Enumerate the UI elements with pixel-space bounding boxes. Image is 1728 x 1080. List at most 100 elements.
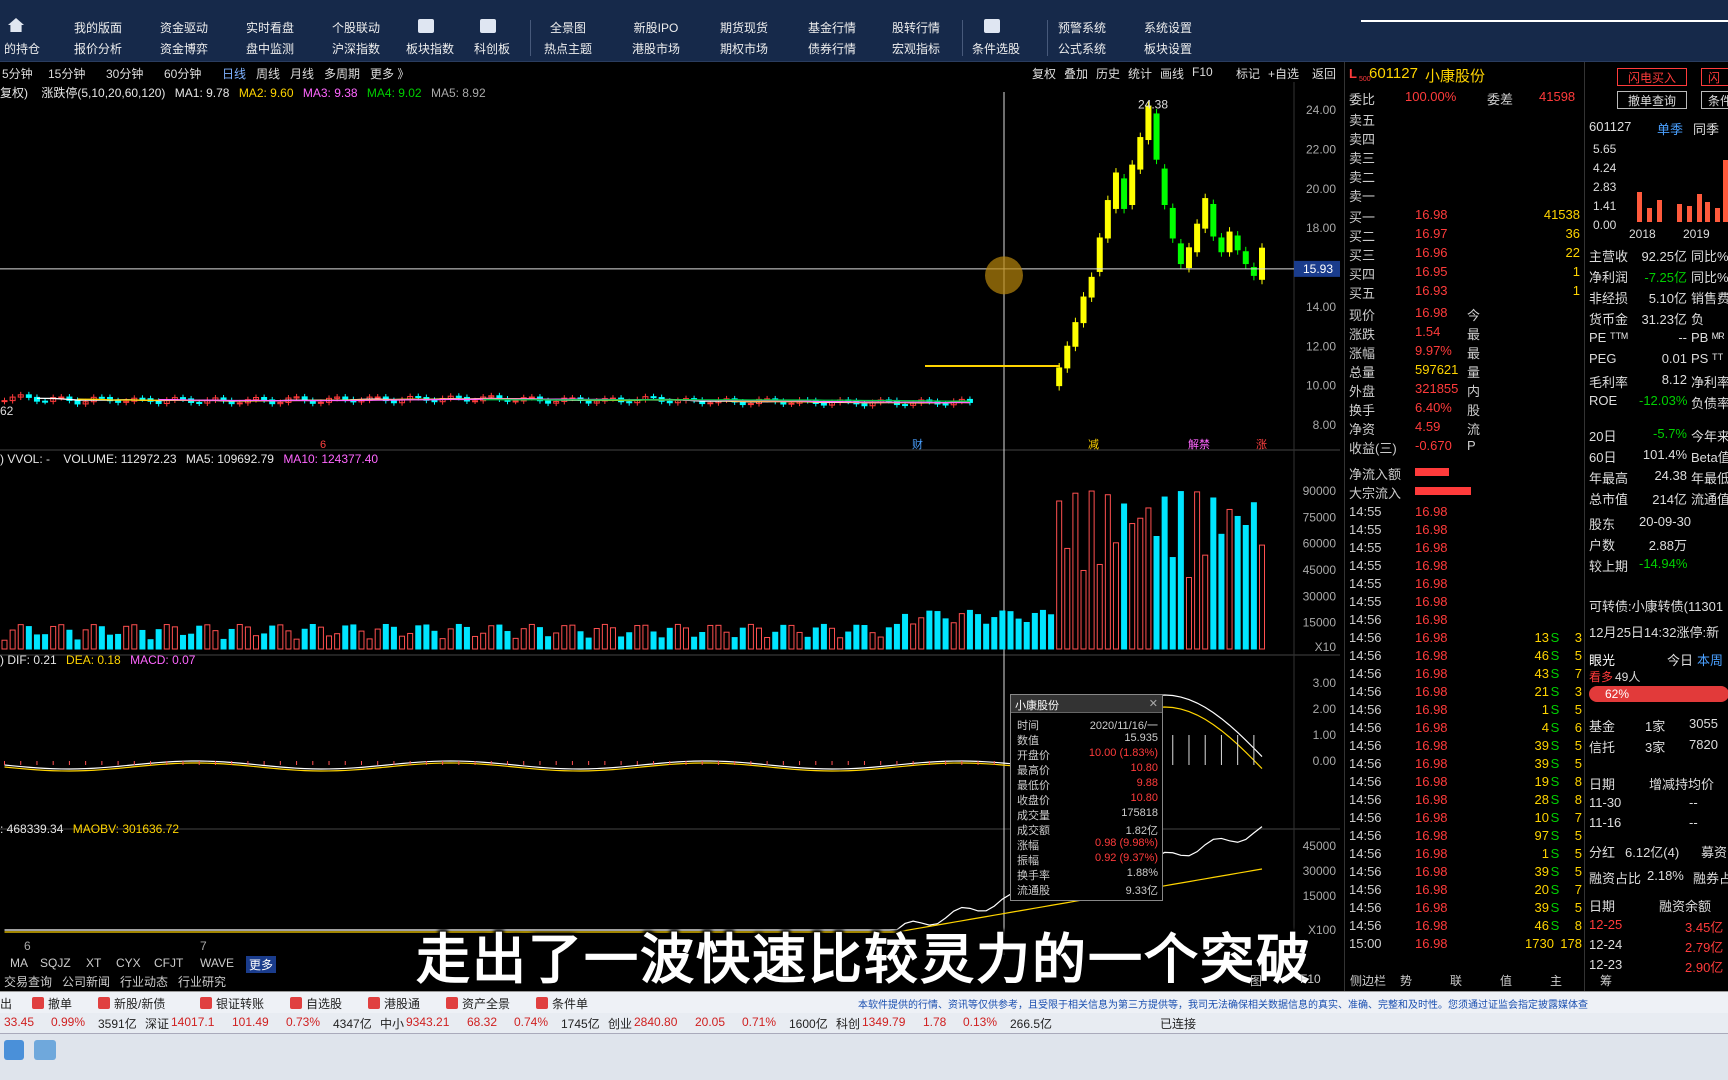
shortcut-0[interactable]: 撤单: [48, 995, 72, 1012]
period-tab-3[interactable]: 60分钟: [164, 65, 201, 82]
shortcut-5[interactable]: 资产全景: [462, 995, 510, 1012]
cancel-query-button[interactable]: 撤单查询: [1617, 91, 1687, 109]
toolbar-item-r2-10[interactable]: 债券行情: [794, 40, 870, 57]
shortcut-2[interactable]: 银证转账: [216, 995, 264, 1012]
shortcut-3[interactable]: 自选股: [306, 995, 342, 1012]
weibi-label: 委比: [1349, 89, 1375, 108]
shortcut-sell[interactable]: 出: [0, 995, 12, 1012]
f10-stat-value: -5.7%: [1639, 426, 1687, 441]
buy-level-price: 16.97: [1415, 226, 1448, 241]
toolbar-item-r1-6[interactable]: 全景图: [530, 19, 606, 36]
chart-tool-2[interactable]: 历史: [1096, 65, 1120, 82]
sell-level-2: 卖三: [1349, 148, 1375, 167]
toolbar-item-r2-0[interactable]: 的持仓: [0, 40, 60, 57]
tab-single-quarter[interactable]: 单季: [1657, 119, 1683, 138]
volume-bar: [464, 627, 469, 649]
toolbar-item-r2-3[interactable]: 盘中监测: [232, 40, 308, 57]
side-tab-6[interactable]: 主: [1550, 972, 1562, 989]
chart-tool-7[interactable]: +自选: [1268, 65, 1299, 82]
chart-tool-5[interactable]: F10: [1192, 65, 1213, 79]
toolbar-item-r1-9[interactable]: 基金行情: [794, 19, 870, 36]
toolbar-item-r1-1[interactable]: 资金驱动: [146, 19, 222, 36]
f10-stat-value: 92.25亿: [1639, 246, 1687, 265]
side-tab-4[interactable]: 联: [1450, 972, 1462, 989]
toolbar-item-r1-2[interactable]: 实时看盘: [232, 19, 308, 36]
toolbar-item-r1-0[interactable]: 我的版面: [60, 19, 136, 36]
tick-time: 14:55: [1349, 540, 1382, 555]
period-tab-1[interactable]: 15分钟: [48, 65, 85, 82]
ma4-value: MA4: 9.02: [367, 86, 422, 100]
shortcut-6[interactable]: 条件单: [552, 995, 588, 1012]
toolbar-item-r1-3[interactable]: 个股联动: [318, 19, 394, 36]
flash-buy-button[interactable]: 闪电买入: [1617, 68, 1687, 86]
period-tab-5[interactable]: 周线: [256, 65, 280, 82]
toolbar-item-r2-7[interactable]: 热点主题: [530, 40, 606, 57]
period-tab-6[interactable]: 月线: [290, 65, 314, 82]
toolbar-item-r2-9[interactable]: 期权市场: [706, 40, 782, 57]
tab-today[interactable]: 今日: [1667, 650, 1693, 669]
flash-button-right[interactable]: 闪: [1701, 68, 1728, 86]
chart-tool-6[interactable]: 标记: [1236, 65, 1260, 82]
chart-tool-3[interactable]: 统计: [1128, 65, 1152, 82]
period-tab-7[interactable]: 多周期: [324, 65, 360, 82]
volume-bar: [537, 628, 542, 649]
period-tab-8[interactable]: 更多 》: [370, 65, 409, 82]
toolbar-item-r2-11[interactable]: 宏观指标: [878, 40, 954, 57]
period-tab-2[interactable]: 30分钟: [106, 65, 143, 82]
peak-price-label: 24.38: [1138, 98, 1168, 112]
toolbar-item-r1-10[interactable]: 股转行情: [878, 19, 954, 36]
tab-same-quarter[interactable]: 同季: [1693, 119, 1719, 138]
chart-tool-0[interactable]: 复权: [1032, 65, 1056, 82]
tick-price: 16.98: [1415, 612, 1448, 627]
quote-label: 外盘: [1349, 381, 1375, 400]
windows-start-icon[interactable]: [4, 1040, 24, 1060]
tick-price: 16.98: [1415, 810, 1448, 825]
side-tab-0[interactable]: 图: [1250, 972, 1262, 989]
toolbar-item-r1-12[interactable]: 预警系统: [1044, 19, 1120, 36]
side-tab-1[interactable]: F10: [1300, 972, 1321, 986]
shortcut-1[interactable]: 新股/新债: [114, 995, 165, 1012]
app-taskbar-icon[interactable]: [34, 1040, 56, 1060]
eye-label: 眼光: [1589, 650, 1615, 669]
tick-price: 16.98: [1415, 864, 1448, 879]
side-tab-3[interactable]: 势: [1400, 972, 1412, 989]
chart-tool-4[interactable]: 画线: [1160, 65, 1184, 82]
period-tab-4[interactable]: 日线: [222, 65, 246, 82]
toolbar-icon-11[interactable]: [984, 19, 1000, 33]
earnings-bar: [1657, 200, 1662, 222]
toolbar-item-r2-14[interactable]: 板块设置: [1130, 40, 1206, 57]
side-tab-2[interactable]: 侧边栏: [1350, 972, 1386, 989]
toolbar-item-r2-13[interactable]: 公式系统: [1044, 40, 1120, 57]
toolbar-item-r2-4[interactable]: 沪深指数: [318, 40, 394, 57]
period-tab-0[interactable]: 5分钟: [2, 65, 33, 82]
toolbar-item-r2-6[interactable]: 科创板: [454, 40, 530, 57]
tab-week[interactable]: 本周: [1697, 650, 1723, 669]
tooltip-value-2: 10.00 (1.83%): [1089, 747, 1158, 759]
chart-tool-8[interactable]: 返回: [1312, 65, 1336, 82]
toolbar-icon-4[interactable]: [418, 19, 434, 33]
convertible-bond-link[interactable]: 可转债:小康转债(11301: [1589, 596, 1723, 615]
volume-bar: [1049, 615, 1054, 649]
condition-button-right[interactable]: 条件: [1701, 91, 1728, 109]
close-icon[interactable]: ✕: [1149, 697, 1158, 710]
volume-bar: [205, 625, 210, 649]
toolbar-item-r2-12[interactable]: 条件选股: [958, 40, 1034, 57]
toolbar-item-r1-13[interactable]: 系统设置: [1130, 19, 1206, 36]
toolbar-item-r2-1[interactable]: 报价分析: [60, 40, 136, 57]
side-tab-5[interactable]: 值: [1500, 972, 1512, 989]
home-icon[interactable]: [8, 18, 24, 32]
side-tab-7[interactable]: 筹: [1600, 972, 1612, 989]
chart-tool-1[interactable]: 叠加: [1064, 65, 1088, 82]
news-link[interactable]: 12月25日14:32涨停:新: [1589, 622, 1719, 641]
tick-price: 16.98: [1415, 558, 1448, 573]
toolbar-item-r1-7[interactable]: 新股IPO: [618, 19, 694, 36]
toolbar-item-r2-2[interactable]: 资金博弈: [146, 40, 222, 57]
f10-stat-value: 101.4%: [1639, 447, 1687, 462]
candle-body: [529, 397, 534, 398]
toolbar-item-r1-8[interactable]: 期货现货: [706, 19, 782, 36]
shortcut-4[interactable]: 港股通: [384, 995, 420, 1012]
buy-level-label: 买二: [1349, 226, 1375, 245]
volume-bar: [683, 628, 688, 649]
toolbar-icon-5[interactable]: [480, 19, 496, 33]
toolbar-item-r2-8[interactable]: 港股市场: [618, 40, 694, 57]
